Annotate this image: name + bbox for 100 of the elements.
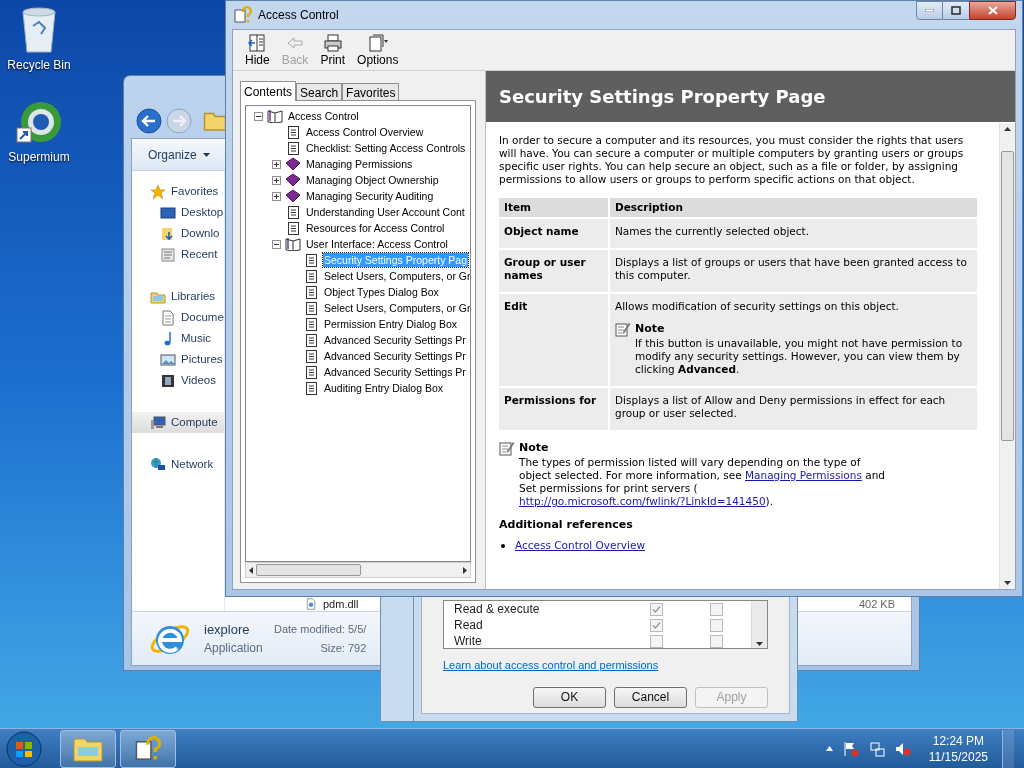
nav-computer-icon (150, 414, 166, 431)
checkbox[interactable] (650, 634, 663, 648)
tree-item[interactable]: Managing Security Auditing (305, 189, 435, 203)
tree-item[interactable]: Access Control Overview (305, 125, 425, 139)
tree-item[interactable]: Select Users, Computers, or Gr (323, 269, 470, 283)
network-icon[interactable] (868, 740, 885, 757)
section-heading: Additional references (499, 518, 634, 531)
tree-item[interactable]: Resources for Access Control (305, 221, 446, 235)
page-icon (305, 349, 317, 363)
taskbar-button[interactable] (60, 729, 116, 768)
tree-item[interactable]: Managing Object Ownership (305, 173, 440, 187)
tree-item[interactable]: Object Types Dialog Box (323, 285, 440, 299)
expand-toggle[interactable] (272, 239, 281, 249)
horizontal-scrollbar[interactable] (245, 562, 471, 578)
link[interactable]: Managing Permissions (745, 469, 862, 481)
link[interactable]: Access Control Overview (515, 539, 645, 552)
start-button-icon[interactable] (4, 729, 44, 768)
up-arrow-icon[interactable] (1004, 127, 1011, 131)
checkbox[interactable] (650, 602, 663, 616)
close-button[interactable] (969, 1, 1016, 20)
hide-pane-icon (247, 33, 268, 53)
minus-icon (256, 113, 261, 119)
cell-text: Displays a list of Allow and Deny permissions in effect for each group or user selected. (615, 394, 947, 420)
page-icon (287, 141, 299, 155)
show-hidden-icons-icon[interactable] (825, 746, 833, 751)
tree-item[interactable]: Managing Permissions (305, 157, 414, 171)
nav-item[interactable]: Videos (132, 370, 224, 391)
nav-item[interactable]: Desktop (132, 202, 224, 223)
file-name[interactable]: pdm.dll (323, 597, 359, 611)
file-icon (305, 598, 317, 610)
dialog-button[interactable]: Cancel (614, 686, 687, 708)
tree-item[interactable]: Permission Entry Dialog Box (323, 317, 459, 331)
down-arrow-icon[interactable] (1004, 581, 1011, 585)
organize-menu-button[interactable]: Organize (148, 145, 210, 164)
recycle-bin-icon[interactable] (19, 6, 59, 54)
nav-group-item[interactable]: Libraries (132, 286, 224, 307)
toolbar-button[interactable]: Options (353, 33, 403, 67)
checkbox[interactable] (710, 634, 723, 648)
cell-text: Names the currently selected object. (615, 225, 811, 238)
window-title: Access Control (258, 7, 339, 24)
pane-tab[interactable]: Search (296, 83, 343, 100)
help-link[interactable]: Learn about access control and permissions (443, 657, 779, 674)
tree-item[interactable]: Advanced Security Settings Pr (323, 349, 467, 363)
dialog-button[interactable]: OK (533, 686, 606, 708)
left-arrow-icon[interactable] (249, 566, 253, 574)
nav-item[interactable]: Pictures (132, 349, 224, 370)
nav-item[interactable]: Recent (132, 244, 224, 265)
cell-text: Displays a list of groups or users that have been granted access to this computer. (615, 256, 968, 282)
checkbox[interactable] (710, 618, 723, 632)
scroll-thumb[interactable] (1001, 151, 1014, 441)
toolbar-button[interactable]: Hide (241, 33, 274, 67)
printer-icon (322, 33, 343, 53)
note-title: Note (635, 321, 666, 337)
nav-item[interactable]: Music (132, 328, 224, 349)
expand-toggle[interactable] (272, 191, 281, 201)
expand-toggle[interactable] (254, 111, 263, 121)
pane-tab[interactable]: Favorites (342, 83, 400, 100)
tree-item[interactable]: Advanced Security Settings Pr (323, 365, 467, 379)
desktop-icon-label[interactable]: Recycle Bin (7, 58, 71, 72)
tree-item[interactable]: Auditing Entry Dialog Box (323, 381, 445, 395)
down-arrow-icon[interactable] (756, 642, 763, 646)
vertical-scrollbar[interactable] (999, 123, 1015, 589)
clock-date[interactable]: 11/15/2025 (928, 748, 988, 765)
caret-icon (202, 152, 210, 157)
help-icon (135, 735, 161, 762)
desktop-icon-label[interactable]: Supermium (8, 150, 70, 164)
permission-name: Read (454, 617, 484, 634)
open-book-icon (267, 109, 283, 123)
scroll-thumb[interactable] (255, 564, 361, 576)
tree-item[interactable]: Understanding User Account Cont (305, 205, 466, 219)
table-cell: Permissions for (499, 388, 608, 430)
tree-item[interactable]: Access Control (287, 109, 360, 123)
expand-toggle[interactable] (272, 159, 281, 169)
maximize-button[interactable] (943, 1, 969, 20)
checkbox[interactable] (650, 618, 663, 632)
nav-item[interactable]: Docume (132, 307, 224, 328)
expand-toggle[interactable] (272, 175, 281, 185)
nav-group-item[interactable]: Network (132, 454, 224, 475)
file-type: Application (204, 639, 262, 657)
scrollbar[interactable] (751, 601, 767, 648)
nav-group-item[interactable]: Compute (132, 412, 224, 433)
checkbox[interactable] (710, 602, 723, 616)
tree-item[interactable]: Checklist: Setting Access Controls (305, 141, 467, 155)
table-header: Item (499, 198, 608, 217)
file-name: iexplore (204, 620, 251, 639)
clock-time[interactable]: 12:24 PM (932, 732, 985, 749)
page-icon (305, 301, 317, 315)
tree-item[interactable]: Select Users, Computers, or Gr (323, 301, 470, 315)
tree-item[interactable]: User Interface: Access Control (305, 237, 449, 251)
taskbar-button[interactable] (120, 729, 176, 768)
right-arrow-icon[interactable] (463, 566, 467, 574)
nav-item[interactable]: Downlo (132, 223, 224, 244)
toolbar-button[interactable]: Print (316, 33, 350, 67)
cell-text: Allows modification of security settings on this object. (615, 300, 900, 313)
minimize-button[interactable] (916, 1, 943, 20)
link[interactable]: http://go.microsoft.com/fwlink/?LinkId=141450 (519, 495, 766, 507)
nav-group-item[interactable]: Favorites (132, 181, 224, 202)
pane-tab[interactable]: Contents (240, 81, 297, 101)
flag-icon[interactable] (842, 740, 859, 757)
tree-item[interactable]: Advanced Security Settings Pr (323, 333, 467, 347)
